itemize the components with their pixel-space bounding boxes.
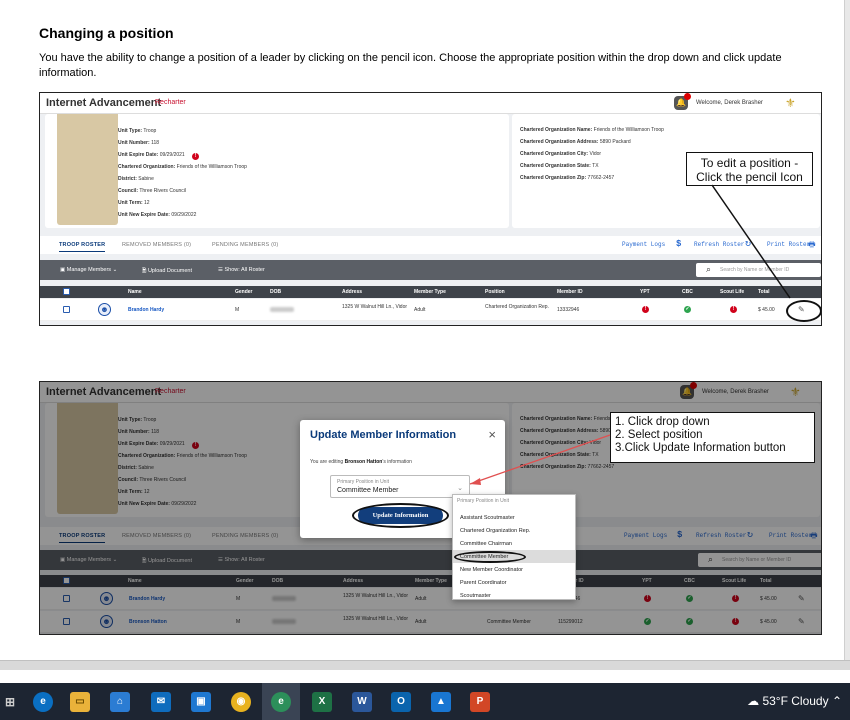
callout-edit-position: To edit a position - Click the pencil Ic… — [686, 152, 813, 186]
unit-photo — [57, 114, 118, 225]
scout-life-alert-icon: ! — [730, 306, 737, 313]
excel-icon[interactable]: X — [312, 692, 332, 712]
app-topbar: Internet Advancement Recharter 🔔 Welcome… — [40, 93, 821, 114]
col-dob[interactable]: DOB — [270, 289, 281, 295]
member-address: 1325 W Walnut Hill Ln., Vidor — [342, 304, 408, 310]
document-page: Changing a position You have the ability… — [0, 0, 850, 660]
member-position: Chartered Organization Rep. — [485, 304, 549, 310]
tab-pending-members[interactable]: PENDING MEMBERS (0) — [212, 242, 278, 248]
word-icon[interactable]: W — [352, 692, 372, 712]
media-icon[interactable]: ▣ — [191, 692, 211, 712]
unit-type: Unit Type: Troop — [118, 128, 157, 134]
payment-logs-link[interactable]: Payment Logs — [622, 241, 665, 248]
page-edge — [844, 0, 850, 660]
notification-badge — [684, 93, 691, 100]
weather-widget[interactable]: ☁ 53°F Cloudy ⌃ — [747, 694, 842, 708]
org-name: Chartered Organization Name: Friends of … — [520, 127, 664, 133]
alert-icon: ! — [192, 153, 200, 160]
col-member-id[interactable]: Member ID — [557, 289, 583, 295]
col-name[interactable]: Name — [128, 289, 142, 295]
unit-expire: Unit Expire Date: 09/29/2021 ! — [118, 152, 200, 160]
edge-dev-icon[interactable]: e — [271, 692, 291, 712]
edge-icon[interactable]: e — [33, 692, 53, 712]
welcome-text: Welcome, Derek Brasher — [696, 100, 763, 106]
chartered-org: Chartered Organization: Friends of the W… — [118, 164, 247, 170]
district: District: Sabine — [118, 176, 154, 182]
chrome-icon[interactable]: ◉ — [231, 692, 251, 712]
printer-icon[interactable]: 🖶 — [808, 239, 816, 253]
org-state: Chartered Organization State: TX — [520, 163, 599, 169]
council: Council: Three Rivers Council — [118, 188, 186, 194]
unit-info-card: Unit Type: Troop Unit Number: 118 Unit E… — [45, 114, 509, 228]
member-id: 13332946 — [557, 307, 580, 313]
select-all-checkbox[interactable] — [63, 288, 70, 295]
ypt-alert-icon: ! — [642, 306, 649, 313]
dollar-icon[interactable]: $ — [676, 239, 681, 249]
col-position[interactable]: Position — [485, 289, 505, 295]
callout-arrow — [711, 184, 791, 299]
start-icon[interactable]: ⊞ — [0, 692, 20, 712]
show-filter-button[interactable]: ☰ Show: All Roster — [218, 267, 265, 273]
col-cbc[interactable]: CBC — [682, 289, 693, 295]
org-city: Chartered Organization City: Vidor — [520, 151, 602, 157]
windows-taskbar: ⊞ e ▭ ⌂ ✉ ▣ ◉ e X W O ▲ P ☁ 53°F Cloudy … — [0, 683, 850, 720]
app-title: Internet Advancement — [46, 97, 162, 109]
powerpoint-icon[interactable]: P — [470, 692, 490, 712]
mail-icon[interactable]: ✉ — [151, 692, 171, 712]
tab-removed-members[interactable]: REMOVED MEMBERS (0) — [122, 242, 191, 248]
member-gender: M — [235, 307, 240, 313]
manage-members-button[interactable]: ▣ Manage Members ⌄ — [60, 267, 117, 273]
dob-redacted — [270, 307, 294, 312]
row-checkbox[interactable] — [63, 306, 70, 313]
upload-document-button[interactable]: 🗎 Upload Document — [142, 267, 192, 276]
col-address[interactable]: Address — [342, 289, 362, 295]
unit-number: Unit Number: 118 — [118, 140, 160, 146]
org-address: Chartered Organization Address: 5890 Pac… — [520, 139, 631, 145]
member-avatar-icon: ☻ — [98, 303, 111, 316]
doc-title: Changing a position — [39, 25, 174, 41]
unit-term: Unit Term: 12 — [118, 200, 150, 206]
unit-new-expire: Unit New Expire Date: 09/29/2022 — [118, 212, 197, 218]
member-name[interactable]: Brandon Hardy — [128, 307, 164, 313]
tab-troop-roster[interactable]: TROOP ROSTER — [59, 242, 106, 252]
steps-arrow — [469, 434, 611, 485]
member-type: Adult — [414, 307, 426, 313]
outlook-icon[interactable]: O — [391, 692, 411, 712]
file-explorer-icon[interactable]: ▭ — [70, 692, 90, 712]
store-icon[interactable]: ⌂ — [110, 692, 130, 712]
bell-icon[interactable]: 🔔 — [674, 93, 691, 110]
col-member-type[interactable]: Member Type — [414, 289, 446, 295]
col-ypt[interactable]: YPT — [640, 289, 650, 295]
cbc-check-icon: ✓ — [684, 306, 691, 313]
doc-paragraph: You have the ability to change a positio… — [39, 52, 782, 79]
photos-icon[interactable]: ▲ — [431, 692, 451, 712]
page-gap — [0, 660, 850, 670]
org-zip: Chartered Organization Zip: 77662-2457 — [520, 175, 615, 181]
fleur-de-lis-icon[interactable]: ⚜ — [785, 96, 796, 110]
recharter-link[interactable]: Recharter — [155, 99, 186, 106]
screenshot-update-modal: Internet Advancement Recharter 🔔 Welcome… — [39, 381, 822, 635]
col-gender[interactable]: Gender — [235, 289, 253, 295]
member-total: $ 45.00 — [758, 307, 775, 313]
